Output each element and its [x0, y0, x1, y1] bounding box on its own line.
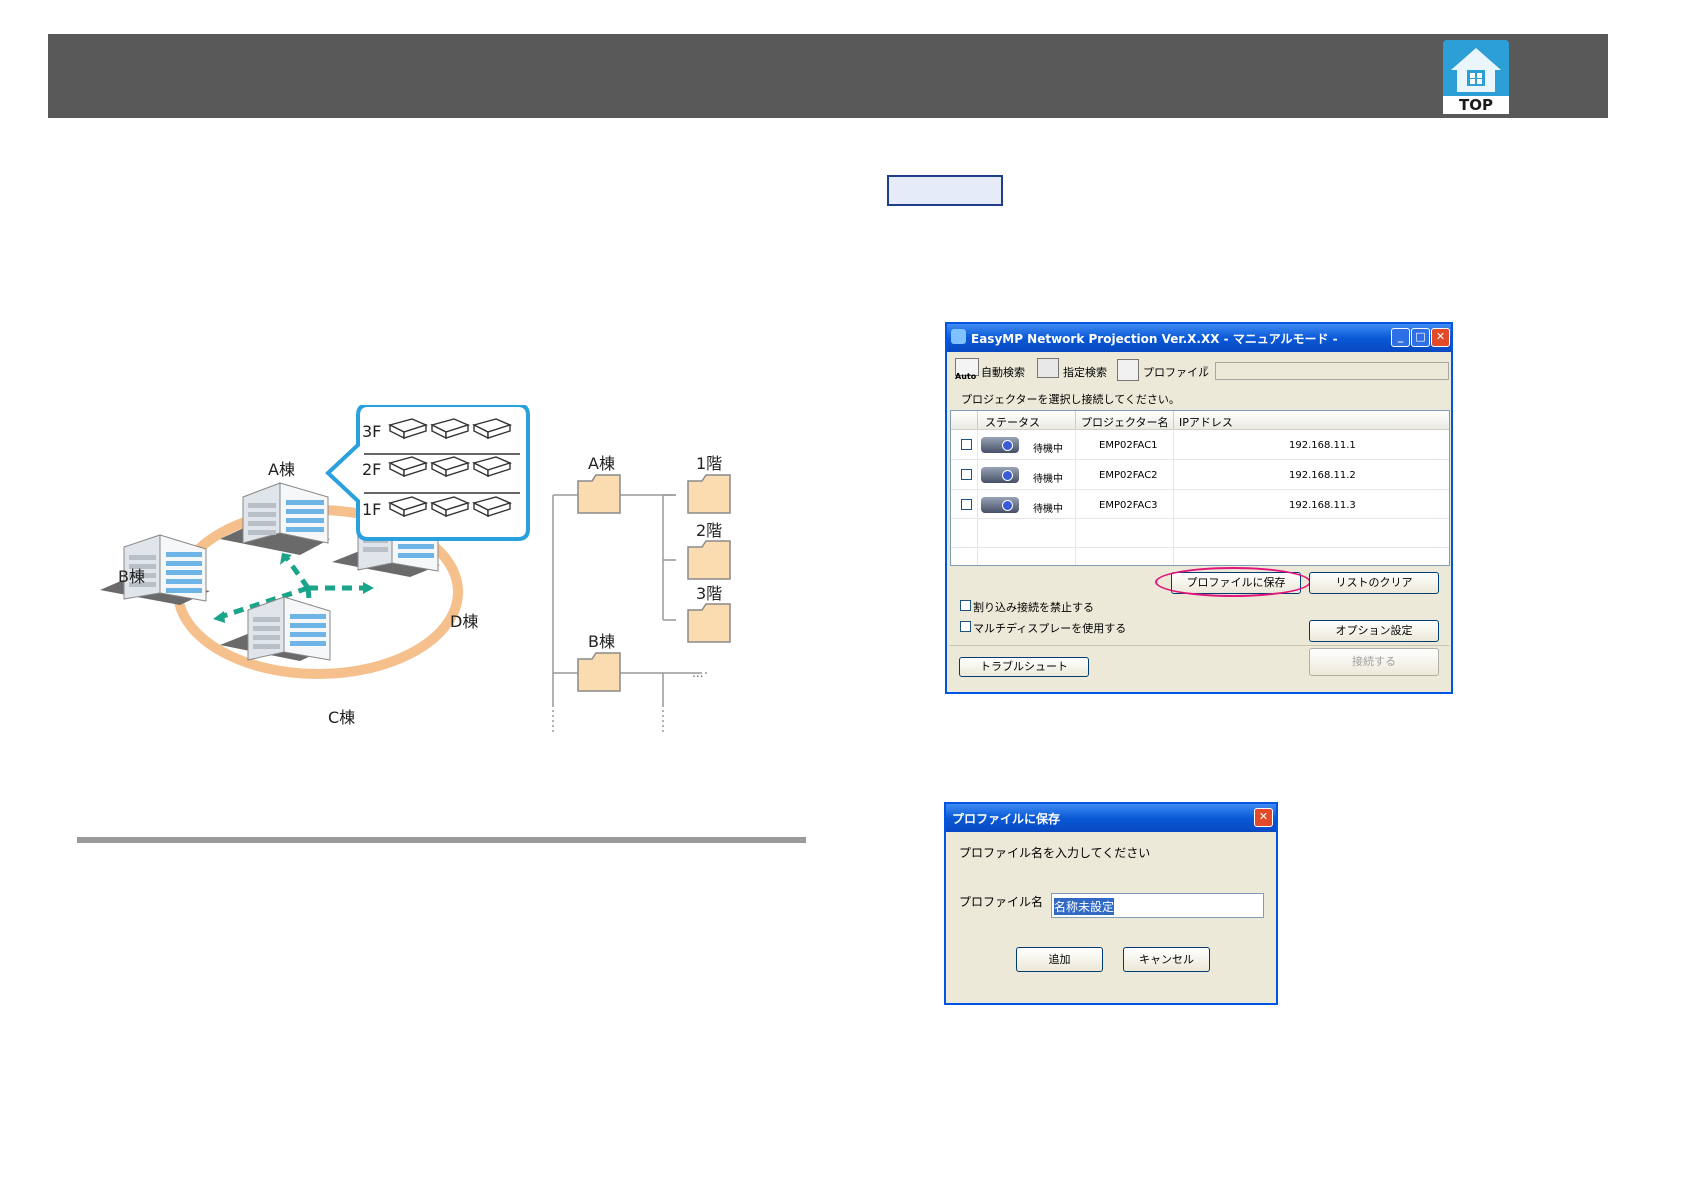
row-checkbox[interactable] — [961, 439, 972, 450]
folder-icon-1f — [687, 474, 731, 514]
building-c-icon — [220, 596, 331, 661]
floor-3f-label: 3F — [362, 422, 381, 441]
arrow-head-d — [363, 582, 374, 594]
multi-display-checkbox[interactable] — [960, 621, 971, 632]
building-d-label: D棟 — [450, 612, 478, 631]
arrow-head-a — [280, 553, 292, 565]
section-divider — [77, 837, 806, 843]
folder-icon-2f — [687, 540, 731, 580]
main-window-title: EasyMP Network Projection Ver.X.XX - マニュ… — [971, 332, 1338, 346]
folder-icon-3f — [687, 603, 731, 643]
profile-button[interactable]: プロファイル — [1143, 364, 1209, 380]
projector-status-icon — [981, 437, 1019, 453]
auto-badge: Auto — [955, 372, 977, 381]
column-projector-name[interactable]: プロジェクター名 — [1081, 414, 1169, 430]
tree-ellipsis: ... — [692, 666, 703, 680]
row-checkbox[interactable] — [961, 469, 972, 480]
folder-icon-b — [577, 652, 621, 692]
profile-dropdown-arrow[interactable]: ▾ — [1203, 362, 1209, 375]
minimize-button[interactable]: _ — [1391, 328, 1410, 347]
top-link-button[interactable]: TOP — [1443, 40, 1509, 114]
cancel-button[interactable]: キャンセル — [1123, 947, 1210, 972]
main-window-titlebar: EasyMP Network Projection Ver.X.XX - マニュ… — [947, 324, 1451, 352]
tree-a-label: A棟 — [588, 454, 615, 473]
profile-icon — [1117, 359, 1139, 381]
building-b-label: B棟 — [118, 567, 145, 586]
column-status[interactable]: ステータス — [985, 414, 1040, 430]
tree-floor2-label: 2階 — [696, 521, 722, 540]
option-settings-button[interactable]: オプション設定 — [1309, 620, 1439, 642]
multi-display-label: マルチディスプレーを使用する — [973, 622, 1127, 635]
dialog-title: プロファイルに保存 — [952, 812, 1061, 826]
building-network-diagram: 3F 2F 1F A棟 B棟 C棟 D棟 A棟 1階 2階 3階 B棟 ... — [100, 405, 731, 735]
home-icon — [1451, 48, 1501, 92]
projector-status-icon — [981, 497, 1019, 513]
specified-search-icon — [1037, 358, 1059, 378]
separator — [949, 645, 1449, 646]
row-ip: 192.168.11.1 — [1289, 440, 1356, 451]
page-header-bar — [48, 34, 1608, 118]
close-button[interactable]: ✕ — [1431, 328, 1450, 347]
floor-callout: 3F 2F 1F — [325, 405, 530, 541]
clear-list-button[interactable]: リストのクリア — [1309, 572, 1439, 594]
specified-search-button[interactable]: 指定検索 — [1063, 364, 1107, 380]
profile-name-label: プロファイル名 — [959, 895, 1044, 909]
profile-name-input[interactable]: 名称未設定 — [1051, 893, 1264, 918]
row-status: 待機中 — [1033, 504, 1063, 515]
floor-1f-label: 1F — [362, 500, 381, 519]
projector-status-icon — [981, 467, 1019, 483]
projector-list[interactable]: ステータス プロジェクター名 IPアドレス 待機中 EMP02FAC1 192.… — [950, 410, 1450, 566]
row-ip: 192.168.11.3 — [1289, 500, 1356, 511]
list-header: ステータス プロジェクター名 IPアドレス — [951, 411, 1449, 430]
add-button[interactable]: 追加 — [1016, 947, 1103, 972]
no-interrupt-label: 割り込み接続を禁止する — [973, 601, 1094, 614]
row-status: 待機中 — [1033, 444, 1063, 455]
folder-icon-a — [577, 474, 621, 514]
tree-floor3-label: 3階 — [696, 584, 722, 603]
instruction-text: プロジェクターを選択し接続してください。 — [961, 393, 1180, 406]
auto-search-button[interactable]: 自動検索 — [981, 364, 1025, 380]
row-status: 待機中 — [1033, 474, 1063, 485]
dialog-prompt: プロファイル名を入力してください — [959, 846, 1151, 860]
building-c-label: C棟 — [328, 708, 355, 727]
app-icon — [951, 329, 966, 344]
save-profile-dialog: プロファイルに保存 ✕ プロファイル名を入力してください プロファイル名 名称未… — [944, 802, 1278, 1005]
building-a-label: A棟 — [268, 460, 295, 479]
tree-b-label: B棟 — [588, 632, 615, 651]
column-ip-address[interactable]: IPアドレス — [1179, 414, 1233, 430]
profile-path-field[interactable] — [1215, 362, 1449, 380]
dialog-close-button[interactable]: ✕ — [1254, 808, 1273, 827]
row-projector-name: EMP02FAC1 — [1099, 440, 1158, 451]
row-checkbox[interactable] — [961, 499, 972, 510]
tree-floor1-label: 1階 — [696, 454, 722, 473]
connect-button[interactable]: 接続する — [1309, 648, 1439, 676]
profile-name-value: 名称未設定 — [1054, 898, 1115, 915]
building-a-icon — [220, 482, 330, 555]
no-interrupt-checkbox[interactable] — [960, 600, 971, 611]
arrow-head-b — [213, 611, 225, 623]
row-projector-name: EMP02FAC2 — [1099, 470, 1158, 481]
dialog-titlebar: プロファイルに保存 ✕ — [946, 804, 1276, 832]
maximize-button[interactable]: □ — [1411, 328, 1430, 347]
top-label: TOP — [1443, 96, 1509, 114]
building-b-icon — [100, 534, 210, 605]
floor-2f-label: 2F — [362, 460, 381, 479]
row-ip: 192.168.11.2 — [1289, 470, 1356, 481]
highlight-ellipse — [1155, 567, 1311, 597]
row-projector-name: EMP02FAC3 — [1099, 500, 1158, 511]
troubleshoot-button[interactable]: トラブルシュート — [959, 657, 1089, 677]
procedure-heading-box — [887, 175, 1003, 206]
easymp-main-window: EasyMP Network Projection Ver.X.XX - マニュ… — [945, 322, 1453, 694]
folder-tree-lines — [552, 494, 700, 705]
